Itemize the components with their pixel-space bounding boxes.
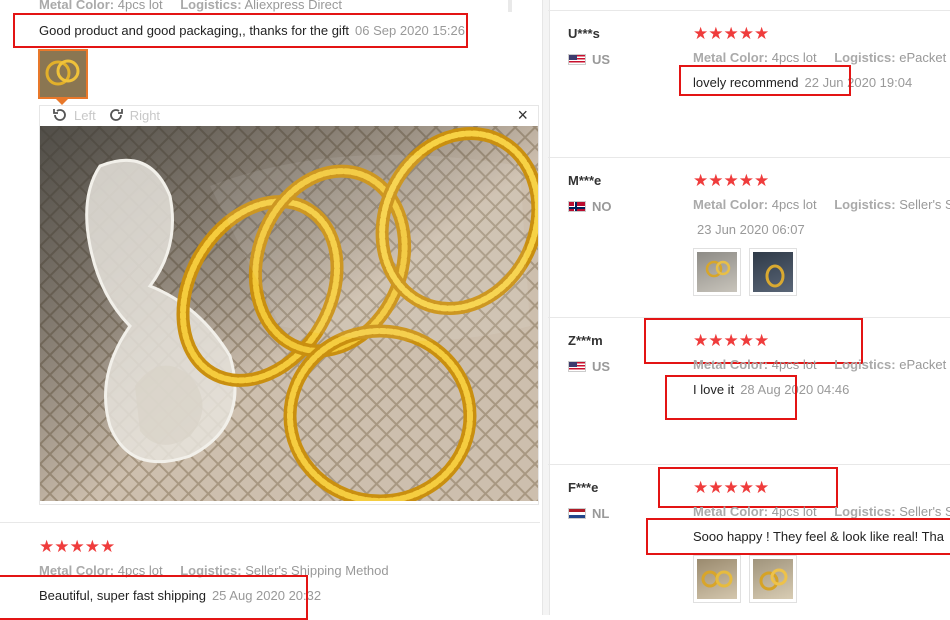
metal-color-value: 4pcs lot (771, 504, 817, 519)
star-rating: ★★★★★ (693, 171, 770, 190)
rotate-right-icon (109, 109, 123, 121)
country-code: US (592, 359, 611, 374)
bangle-photo-icon (40, 51, 86, 97)
logistics-label: Logistics: (180, 0, 242, 12)
highlight-box (646, 518, 950, 555)
review-meta: Metal Color: 4pcs lot Logistics: ePacket (693, 50, 950, 65)
reviewer-country: NL (568, 506, 609, 521)
photo-thumbnail-image (697, 559, 737, 599)
highlight-box (665, 375, 797, 420)
rotate-left-button[interactable]: Left (52, 107, 96, 123)
country-code: NL (592, 506, 610, 521)
viewer-toolbar: Left Right (52, 107, 160, 123)
metal-color-label: Metal Color: (39, 0, 115, 12)
us-flag-icon (568, 361, 586, 372)
highlight-box (679, 65, 851, 96)
metal-color-value: 4pcs lot (771, 50, 817, 65)
photo-thumbnail-image (753, 559, 793, 599)
photo-thumbnail-image (697, 252, 737, 292)
review-meta: Metal Color: 4pcs lot Logistics: Seller'… (693, 504, 950, 519)
rotate-left-icon (53, 109, 66, 121)
reviewer-name: M***e (568, 173, 602, 188)
norway-flag-icon (568, 201, 586, 212)
logistics-value: ePacket (899, 50, 947, 65)
review-photo-thumb[interactable] (749, 555, 797, 603)
bangle-photo-icon (765, 264, 785, 288)
metal-color-label: Metal Color: (693, 357, 769, 372)
metal-color-label: Metal Color: (693, 50, 769, 65)
metal-color-value: 4pcs lot (117, 0, 163, 12)
review-photo-large (40, 126, 538, 501)
netherlands-flag-icon (568, 508, 586, 519)
logistics-value: ePacket (899, 357, 947, 372)
bangle-photo-icon (759, 568, 788, 591)
logistics-label: Logistics: (834, 197, 896, 212)
review-divider (548, 157, 950, 158)
reviewer-country: US (568, 359, 610, 374)
bangle-photo-icon (705, 260, 731, 278)
metal-color-label: Metal Color: (693, 504, 769, 519)
highlight-box (658, 467, 838, 508)
rotate-left-label: Left (74, 107, 96, 123)
logistics-value: Seller's Sh (899, 504, 950, 519)
review-photo-thumb[interactable] (693, 555, 741, 603)
star-rating: ★★★★★ (693, 24, 770, 43)
photo-thumbnail-image (753, 252, 793, 292)
review-divider (548, 464, 950, 465)
review-photo-thumb[interactable] (693, 248, 741, 296)
image-viewer: Left Right × (39, 105, 539, 505)
reviewer-country: NO (568, 199, 612, 214)
bangle-photo-icon (701, 570, 733, 588)
reviewer-country: US (568, 52, 610, 67)
reviewer-name: F***e (568, 480, 599, 495)
column-separator (542, 0, 550, 615)
metal-color-label: Metal Color: (693, 197, 769, 212)
reviewer-name: U***s (568, 26, 600, 41)
country-code: US (592, 52, 611, 67)
logistics-label: Logistics: (834, 357, 896, 372)
rotate-right-button[interactable]: Right (108, 107, 160, 123)
review-divider (0, 522, 540, 523)
rotate-right-label: Right (129, 107, 161, 123)
us-flag-icon (568, 54, 586, 65)
review-meta: Metal Color: 4pcs lot Logistics: Aliexpr… (39, 0, 356, 12)
reviewer-name: Z***m (568, 333, 603, 348)
review-photo-thumb[interactable] (749, 248, 797, 296)
metal-color-value: 4pcs lot (771, 197, 817, 212)
review-divider (548, 10, 950, 11)
highlight-box (13, 13, 468, 48)
logistics-label: Logistics: (834, 50, 896, 65)
star-rating: ★★★★★ (39, 537, 116, 556)
logistics-value: Seller's Sh (899, 197, 950, 212)
logistics-value: Aliexpress Direct (244, 0, 343, 12)
scroll-stub (508, 0, 512, 12)
review-meta: Metal Color: 4pcs lot Logistics: Seller'… (693, 197, 950, 212)
highlight-box (0, 575, 308, 620)
logistics-label: Logistics: (834, 504, 896, 519)
review-date: 23 Jun 2020 06:07 (697, 222, 805, 237)
metal-color-value: 4pcs lot (771, 357, 817, 372)
bangles-photo (40, 126, 538, 501)
close-icon[interactable]: × (517, 105, 528, 126)
review-meta: Metal Color: 4pcs lot Logistics: ePacket (693, 357, 950, 372)
review-photo-thumb-selected[interactable] (38, 49, 88, 99)
country-code: NO (592, 199, 612, 214)
